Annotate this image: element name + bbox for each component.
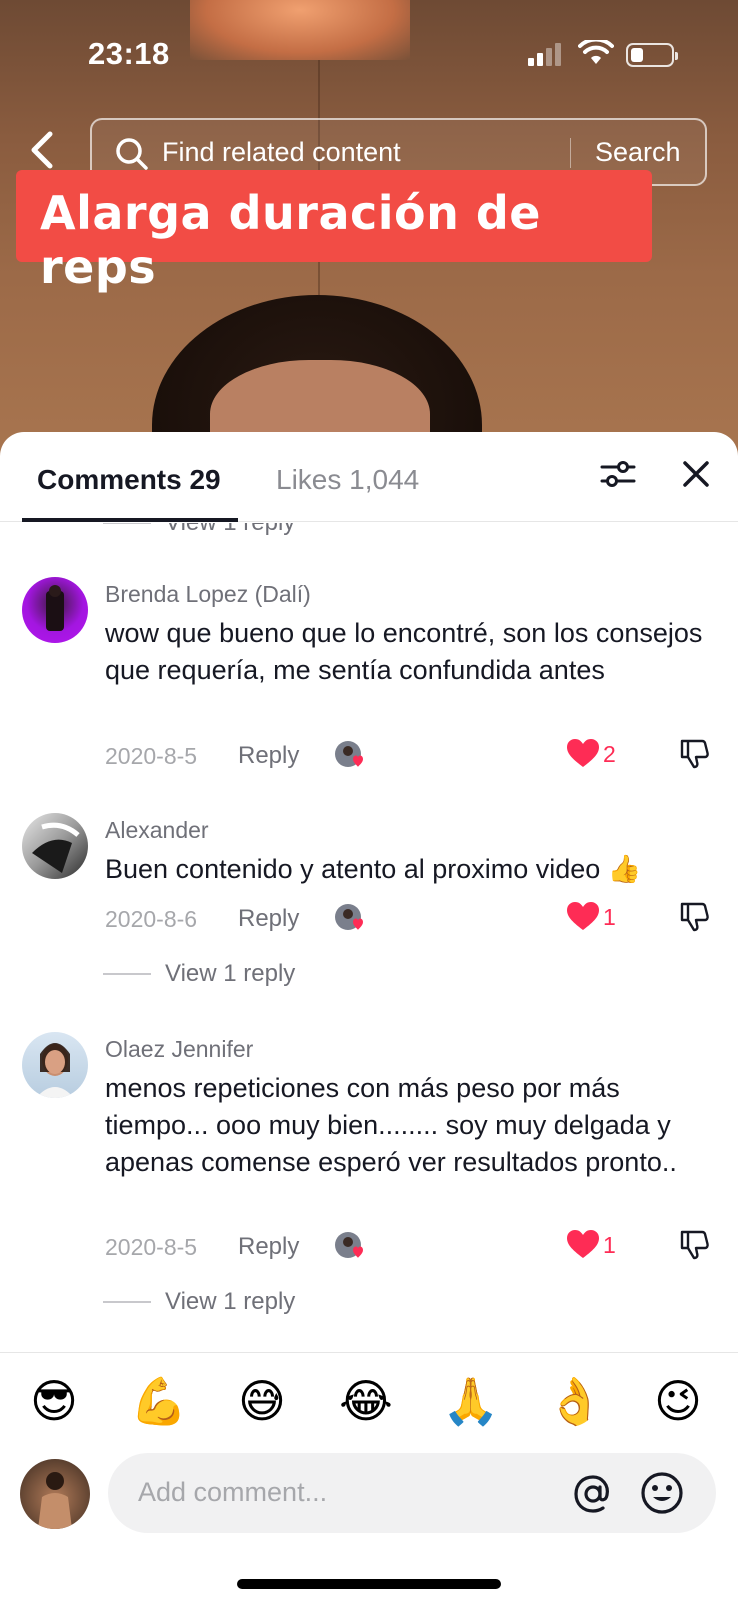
comment-date: 2020-8-5 [105,1234,198,1260]
sheet-tabs: Comments 29 Likes 1,044 [0,432,738,522]
search-placeholder[interactable]: Find related content [162,137,401,168]
view-replies-link[interactable]: View 1 reply [103,523,295,537]
comment-username[interactable]: Brenda Lopez (Dalí) [105,581,311,608]
view-replies-label[interactable]: View 1 reply [165,960,295,988]
wifi-icon [578,40,614,64]
creator-liked-badge-icon [335,741,363,767]
dislike-icon[interactable] [678,900,710,932]
comment-username[interactable]: Alexander [105,817,209,844]
view-replies-label[interactable]: View 1 reply [165,523,295,537]
like-heart-icon[interactable] [565,737,601,769]
comments-list[interactable]: View 1 reply Brenda Lopez (Dalí) wow que… [0,523,738,1338]
emoji-ok-hand[interactable]: 👌 [546,1373,603,1429]
comment-composer-area: 😎 💪 😅 😂 🙏 👌 😉 Add comment... [0,1352,738,1600]
like-count: 1 [603,904,616,930]
battery-icon [626,43,678,67]
comment-username[interactable]: Olaez Jennifer [105,1036,253,1063]
like-heart-icon[interactable] [565,1228,601,1260]
view-replies-link[interactable]: View 1 reply [103,1288,295,1316]
reply-button[interactable]: Reply [238,905,299,933]
emoji-flexed-biceps[interactable]: 💪 [130,1373,187,1429]
quick-emoji-row: 😎 💪 😅 😂 🙏 👌 😉 [0,1373,738,1433]
comment-text: Buen contenido y atento al proximo video… [105,854,642,884]
emoji-picker-icon[interactable] [640,1471,684,1515]
like-count: 1 [603,1232,616,1258]
emoji-pray[interactable]: 🙏 [442,1373,499,1429]
avatar[interactable] [22,577,88,643]
close-icon[interactable] [676,454,716,494]
emoji-sunglasses[interactable]: 😎 [26,1373,82,1429]
my-avatar[interactable] [20,1459,90,1529]
view-replies-label[interactable]: View 1 reply [165,1288,295,1316]
view-replies-link[interactable]: View 1 reply [103,960,295,988]
dislike-icon[interactable] [678,737,710,769]
reply-button[interactable]: Reply [238,1233,299,1261]
comment-date: 2020-8-6 [105,906,198,932]
tab-comments[interactable]: Comments 29 [37,464,221,496]
reply-line [103,1301,151,1303]
cellular-signal-icon [528,42,564,66]
status-time: 23:18 [88,36,170,71]
video-caption: Alarga duración de reps [16,170,652,294]
comment-input[interactable]: Add comment... [108,1453,716,1533]
emoji-joy[interactable]: 😂 [338,1373,394,1429]
like-heart-icon[interactable] [565,900,601,932]
creator-liked-badge-icon [335,1232,363,1258]
search-icon [116,138,148,170]
status-bar: 23:18 [0,0,738,100]
active-tab-indicator [22,518,238,522]
search-button[interactable]: Search [595,137,681,168]
home-indicator [237,1579,501,1589]
filter-sliders-icon[interactable] [598,454,638,494]
creator-liked-badge-icon [335,904,363,930]
avatar[interactable] [22,813,88,879]
reply-line [103,973,151,975]
dislike-icon[interactable] [678,1228,710,1260]
like-count: 2 [603,741,616,767]
emoji-wink[interactable]: 😉 [650,1373,706,1429]
emoji-sweat-smile[interactable]: 😅 [234,1373,290,1429]
tab-likes[interactable]: Likes 1,044 [276,464,419,496]
comment-input-placeholder[interactable]: Add comment... [138,1477,327,1508]
avatar[interactable] [22,1032,88,1098]
back-arrow-icon[interactable] [24,128,60,172]
reply-button[interactable]: Reply [238,742,299,770]
reply-line [103,523,151,524]
comment-date: 2020-8-5 [105,743,198,769]
comment-text: wow que bueno que lo encontré, son los c… [105,618,703,685]
comment-text: menos repeticiones con más peso por más … [105,1073,677,1177]
mention-at-icon[interactable] [572,1473,614,1515]
search-divider [570,138,571,168]
